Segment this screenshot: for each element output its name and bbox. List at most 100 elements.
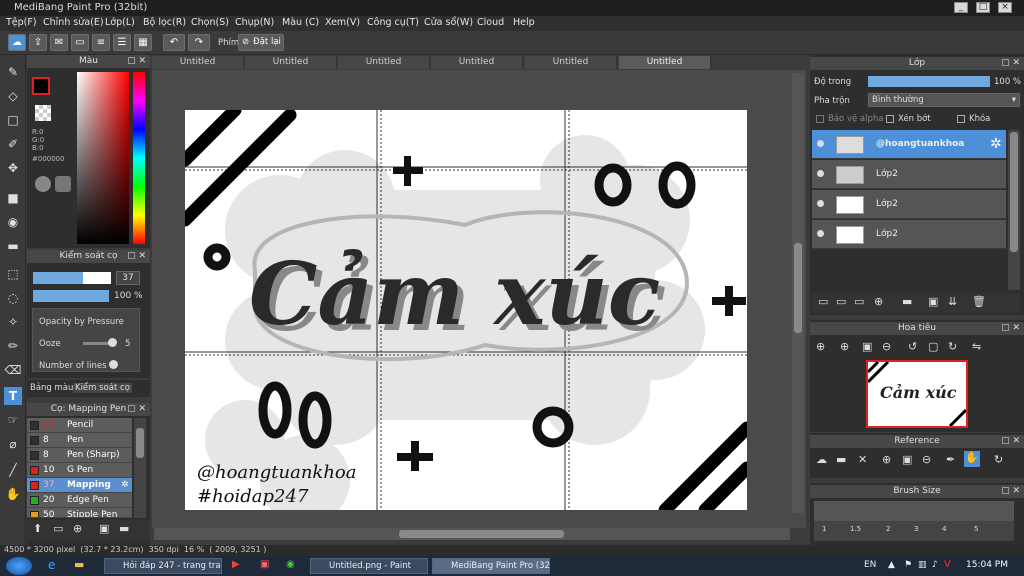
- tab-document[interactable]: Untitled: [431, 56, 523, 69]
- rotate-icon[interactable]: ↻: [994, 453, 1003, 466]
- layer-row-selected[interactable]: @hoangtuankhoa ✲: [812, 130, 1006, 159]
- reset-button[interactable]: ⊘ Đặt lại: [238, 34, 284, 51]
- layer-row[interactable]: Lớp2: [812, 160, 1006, 189]
- open-folder-icon[interactable]: ▬: [836, 453, 846, 466]
- merge-layer-icon[interactable]: ⇊: [948, 295, 957, 308]
- navigator-preview[interactable]: Cảm xúc: [866, 360, 968, 428]
- panel-close-icon[interactable]: ▢ ✕: [127, 250, 146, 263]
- taskbar-item-active[interactable]: MediBang Paint Pro (32...: [432, 558, 550, 574]
- taskbar-item[interactable]: Untitled.png - Paint: [310, 558, 428, 574]
- brush-tool-icon[interactable]: ✎: [4, 63, 22, 81]
- lines-slider-knob[interactable]: [109, 360, 118, 369]
- chat-icon[interactable]: ✉: [50, 34, 68, 51]
- eraser-tool-icon[interactable]: ◇: [4, 87, 22, 105]
- language-indicator[interactable]: EN: [864, 560, 876, 570]
- menu-layer[interactable]: Lớp(L): [105, 17, 135, 28]
- hand-tool-icon[interactable]: ✋: [4, 485, 22, 503]
- new-layer-1bit-icon[interactable]: ▭: [854, 295, 864, 308]
- brush-size-option[interactable]: 1: [822, 525, 826, 533]
- panel-close-icon[interactable]: ▢ ✕: [1001, 322, 1020, 335]
- gear-icon[interactable]: ✲: [121, 478, 129, 493]
- eyedropper-icon[interactable]: ⌀: [4, 435, 22, 453]
- close-icon[interactable]: ✕: [858, 453, 867, 466]
- horizontal-scrollbar[interactable]: [154, 528, 790, 540]
- fit-screen-icon[interactable]: ▢: [928, 340, 938, 353]
- rectangle-tool-icon[interactable]: □: [4, 111, 22, 129]
- brush-size-option[interactable]: 3: [914, 525, 918, 533]
- menu-edit[interactable]: Chỉnh sửa(E): [43, 17, 104, 28]
- tab-brush-control[interactable]: Kiểm soát cọ: [73, 383, 132, 393]
- select-eraser-icon[interactable]: ⌫: [4, 361, 22, 379]
- explorer-icon[interactable]: ▬: [74, 558, 84, 571]
- redo-icon[interactable]: ↷: [188, 34, 210, 51]
- trash-icon[interactable]: 🗑: [972, 295, 986, 308]
- vertical-scroll-thumb[interactable]: [794, 243, 802, 333]
- brush-item[interactable]: 20 Edge Pen: [27, 493, 132, 508]
- zoom-in-icon[interactable]: ⊕: [816, 340, 825, 353]
- tab-document[interactable]: Untitled: [245, 56, 337, 69]
- brush-size-option[interactable]: 1.5: [850, 525, 861, 533]
- minimize-button[interactable]: _: [954, 2, 968, 13]
- tab-document[interactable]: Untitled: [152, 56, 244, 69]
- fit-icon[interactable]: ▣: [902, 453, 912, 466]
- undo-icon[interactable]: ↶: [163, 34, 185, 51]
- panel-close-icon[interactable]: ▢ ✕: [1001, 57, 1020, 70]
- new-brush-icon[interactable]: ▭: [53, 522, 63, 535]
- flag-icon[interactable]: ⚑: [904, 560, 912, 570]
- close-button[interactable]: ×: [998, 2, 1012, 13]
- brush-item[interactable]: 8 Pen: [27, 433, 132, 448]
- panel-close-icon[interactable]: ▢ ✕: [127, 55, 146, 68]
- vertical-scrollbar[interactable]: [792, 73, 804, 513]
- upload-icon[interactable]: ☁: [816, 453, 827, 466]
- layer-opacity-slider[interactable]: [868, 76, 990, 87]
- layer-row[interactable]: Lớp2: [812, 190, 1006, 219]
- menu-filter[interactable]: Bộ lọc(R): [143, 17, 186, 28]
- cloud-icon[interactable]: ☁: [8, 34, 26, 51]
- rotate-right-icon[interactable]: ↻: [948, 340, 957, 353]
- chrome-icon[interactable]: ◉: [286, 559, 295, 570]
- layer-row[interactable]: Lớp2: [812, 220, 1006, 249]
- brush-item-selected[interactable]: 37Mapping Pen✲: [27, 478, 132, 505]
- hue-slider[interactable]: [133, 72, 145, 244]
- saturation-value-picker[interactable]: [77, 72, 129, 244]
- brush-list-scroll-thumb[interactable]: [136, 428, 144, 458]
- new-layer-icon[interactable]: ▭: [818, 295, 828, 308]
- menu-file[interactable]: Tệp(F): [6, 17, 37, 28]
- menu-window[interactable]: Cửa sổ(W): [424, 17, 473, 28]
- zoom-out-icon[interactable]: ⊖: [922, 453, 931, 466]
- foreground-color-swatch[interactable]: [32, 77, 50, 95]
- app-icon[interactable]: ▣: [260, 559, 269, 570]
- maximize-button[interactable]: □: [976, 2, 990, 13]
- eyedropper-icon[interactable]: ✒: [946, 453, 955, 466]
- transparent-swatch[interactable]: [35, 105, 51, 121]
- menu-view[interactable]: Xem(V): [325, 17, 360, 28]
- zoom-in-icon[interactable]: ⊕: [840, 340, 849, 353]
- add-brush-icon[interactable]: ⬆: [33, 522, 42, 535]
- opacity-slider[interactable]: [33, 290, 109, 302]
- share-icon[interactable]: ⇪: [29, 34, 47, 51]
- copy-icon[interactable]: ▣: [99, 522, 109, 535]
- ie-icon[interactable]: e: [48, 558, 55, 572]
- brush-size-option[interactable]: 5: [974, 525, 978, 533]
- layer-menu-icon[interactable]: ⊕: [874, 295, 883, 308]
- start-button[interactable]: [6, 557, 32, 575]
- clip-checkbox[interactable]: [886, 115, 894, 123]
- brush-list-scrollbar[interactable]: [134, 418, 146, 518]
- menu-help[interactable]: Help: [513, 17, 535, 28]
- text-tool-icon[interactable]: T: [4, 387, 22, 405]
- zoom-in-icon[interactable]: ⊕: [882, 453, 891, 466]
- lock-checkbox[interactable]: [957, 115, 965, 123]
- panel-close-icon[interactable]: ▢ ✕: [1001, 485, 1020, 498]
- fill-rect-tool-icon[interactable]: ■: [4, 189, 22, 207]
- palette-icon[interactable]: [35, 176, 51, 192]
- folder-icon[interactable]: ▬: [119, 522, 129, 535]
- gear-icon[interactable]: ✲: [990, 136, 1002, 152]
- tab-document[interactable]: Untitled: [338, 56, 430, 69]
- color-picker-icon[interactable]: [55, 176, 71, 192]
- select-pen-icon[interactable]: ✏: [4, 337, 22, 355]
- size-slider[interactable]: [33, 272, 111, 284]
- rotate-left-icon[interactable]: ↺: [908, 340, 917, 353]
- volume-icon[interactable]: ♪: [932, 560, 938, 570]
- tab-palette[interactable]: Bảng màu: [30, 383, 73, 393]
- bucket-tool-icon[interactable]: ◉: [4, 213, 22, 231]
